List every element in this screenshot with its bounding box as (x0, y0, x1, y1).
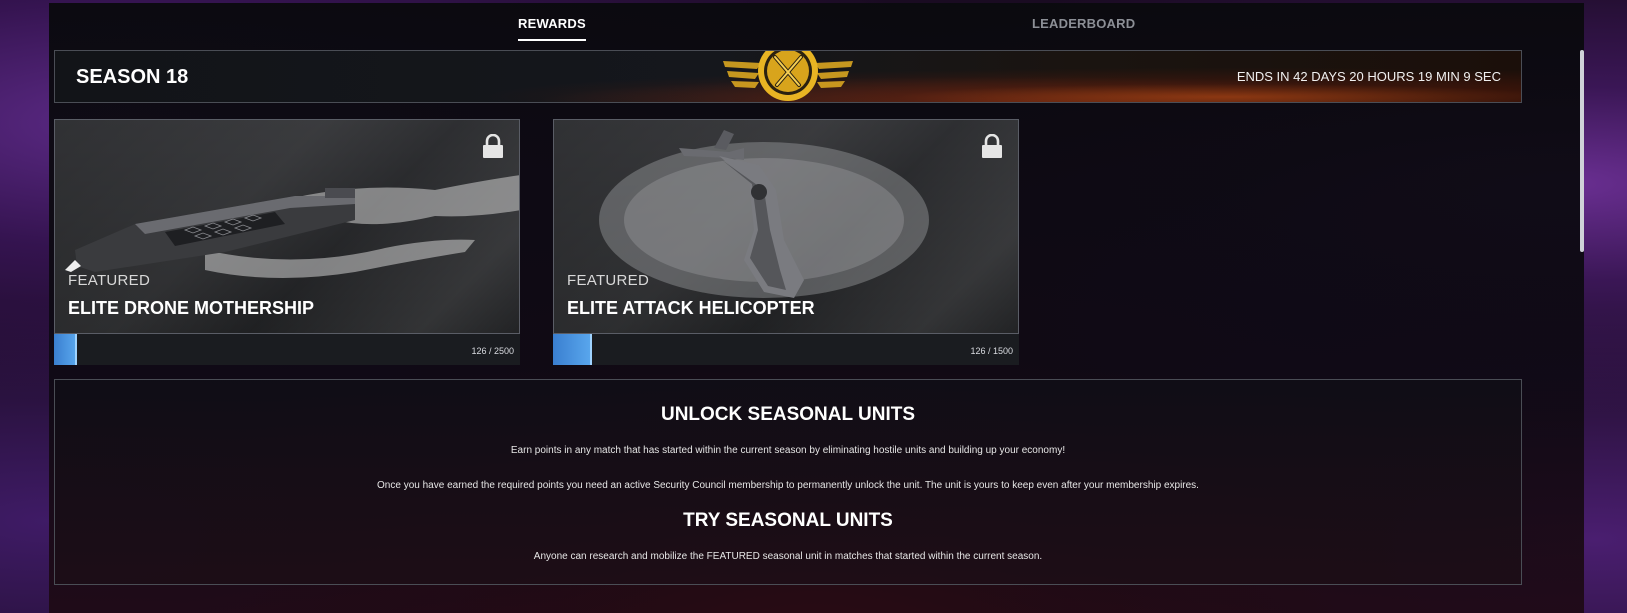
progress-fill (54, 334, 78, 365)
featured-label: FEATURED (567, 272, 650, 289)
unlock-description-2: Once you have earned the required points… (377, 480, 1199, 491)
unit-name: ELITE DRONE MOTHERSHIP (68, 298, 315, 318)
unit-progress-bar: 126 / 2500 (54, 334, 520, 365)
unlock-description-1: Earn points in any match that has starte… (510, 445, 1066, 456)
seasonal-info-box: UNLOCK SEASONAL UNITS Earn points in any… (54, 379, 1522, 585)
tab-leaderboard[interactable]: LEADERBOARD (1032, 16, 1135, 31)
try-heading: TRY SEASONAL UNITS (683, 510, 893, 531)
progress-fill (553, 334, 593, 365)
reward-card-attack-helicopter[interactable]: FEATURED ELITE ATTACK HELICOPTER (553, 119, 1019, 334)
season-title: SEASON 18 (76, 66, 189, 88)
crossed-swords-emblem-icon (723, 51, 853, 101)
progress-count: 126 / 1500 (970, 346, 1013, 356)
tab-rewards[interactable]: REWARDS (518, 16, 586, 41)
tab-bar: REWARDS LEADERBOARD (49, 3, 1584, 45)
progress-count: 126 / 2500 (471, 346, 514, 356)
season-countdown: ENDS IN 42 DAYS 20 HOURS 19 MIN 9 SEC (1236, 69, 1501, 84)
scrollbar-thumb[interactable] (1580, 50, 1584, 252)
unlock-heading: UNLOCK SEASONAL UNITS (660, 404, 916, 425)
season-banner: SEASON 18 ENDS IN 42 DAYS 20 HOURS 19 MI… (54, 50, 1522, 103)
reward-card-drone-mothership[interactable]: FEATURED ELITE DRONE MOTHERSHIP (54, 119, 520, 334)
try-description: Anyone can research and mobilize the FEA… (533, 551, 1043, 562)
featured-label: FEATURED (68, 272, 151, 289)
lock-icon (483, 134, 503, 158)
rewards-panel: REWARDS LEADERBOARD SEASON 18 ENDS IN 42… (49, 3, 1584, 613)
unit-name: ELITE ATTACK HELICOPTER (567, 298, 815, 318)
lock-icon (982, 134, 1002, 158)
unit-progress-bar: 126 / 1500 (553, 334, 1019, 365)
